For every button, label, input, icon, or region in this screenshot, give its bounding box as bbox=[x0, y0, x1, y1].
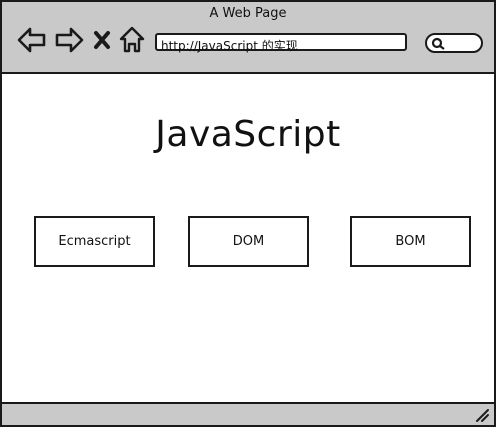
close-icon[interactable] bbox=[90, 24, 114, 56]
ecmascript-box: Ecmascript bbox=[34, 216, 155, 267]
resize-grip-icon[interactable] bbox=[474, 407, 490, 423]
home-icon[interactable] bbox=[118, 24, 146, 56]
browser-toolbar: A Web Page bbox=[2, 2, 494, 74]
browser-window: A Web Page http://JavaScript 的实现 JavaScr… bbox=[0, 0, 496, 427]
search-icon bbox=[431, 37, 445, 50]
window-title: A Web Page bbox=[209, 6, 287, 21]
address-input[interactable] bbox=[157, 38, 401, 53]
search-field[interactable] bbox=[425, 33, 483, 53]
back-arrow-icon[interactable] bbox=[16, 24, 48, 56]
bom-box: BOM bbox=[350, 216, 471, 267]
page-title: JavaScript bbox=[155, 114, 341, 155]
status-bar bbox=[2, 402, 494, 425]
address-bar[interactable] bbox=[155, 33, 407, 53]
forward-arrow-icon[interactable] bbox=[53, 24, 85, 56]
dom-box: DOM bbox=[188, 216, 309, 267]
